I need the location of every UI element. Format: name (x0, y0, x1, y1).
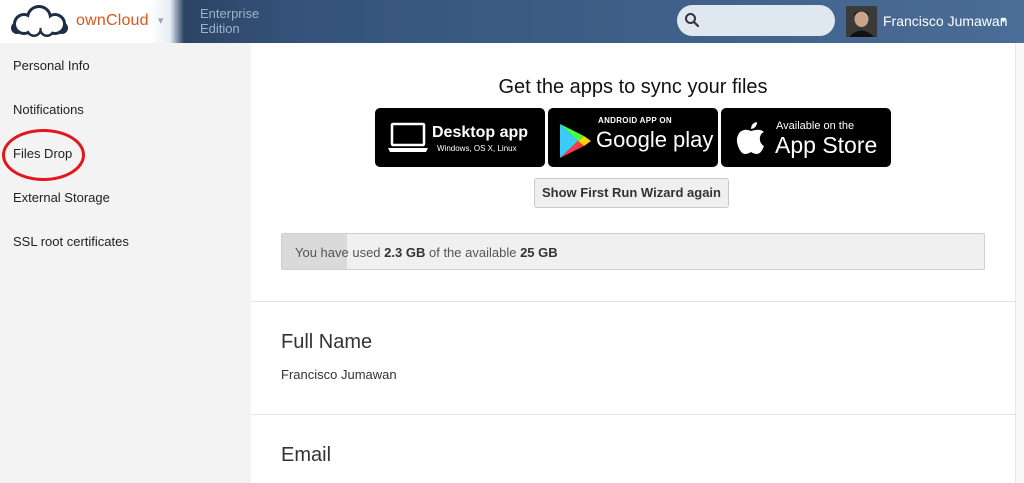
user-menu-caret-icon[interactable]: ▾ (1001, 15, 1006, 26)
quota-total: 25 GB (520, 245, 558, 260)
user-avatar[interactable] (846, 6, 877, 37)
google-play-title: Google play (596, 127, 714, 152)
owncloud-logo-icon (11, 5, 68, 37)
scrollbar[interactable] (1015, 43, 1024, 483)
full-name-value: Francisco Jumawan (281, 367, 397, 382)
avatar-photo-icon (846, 6, 877, 37)
google-play-icon (560, 124, 591, 158)
email-heading: Email (281, 444, 332, 466)
brand-menu-caret-icon[interactable]: ▾ (158, 14, 164, 27)
highlight-annotation-circle (2, 129, 85, 181)
sidebar-item-notifications[interactable]: Notifications (13, 102, 84, 117)
search-input[interactable] (677, 5, 835, 36)
edition-line-2: Edition (200, 21, 240, 36)
quota-middle: of the available (428, 245, 517, 260)
sidebar-item-ssl-root-certificates[interactable]: SSL root certificates (13, 234, 129, 249)
google-play-eyebrow: ANDROID APP ON (598, 116, 672, 125)
storage-quota-bar: You have used 2.3 GB of the available 25… (281, 233, 985, 270)
quota-prefix: You have used (295, 245, 381, 260)
desktop-app-title: Desktop app (432, 124, 529, 141)
edition-label: Enterprise Edition (200, 6, 280, 36)
section-divider (251, 301, 1015, 302)
show-first-run-wizard-button[interactable]: Show First Run Wizard again (534, 178, 729, 208)
section-divider (251, 414, 1015, 415)
user-name[interactable]: Francisco Jumawan (883, 13, 1008, 29)
laptop-icon (388, 122, 428, 152)
search-icon (685, 13, 700, 28)
sidebar-item-external-storage[interactable]: External Storage (13, 190, 110, 205)
full-name-heading: Full Name (281, 331, 373, 353)
app-store-badge[interactable]: Available on the App Store (721, 108, 891, 167)
apps-sync-title: Get the apps to sync your files (498, 76, 768, 98)
edition-line-1: Enterprise (200, 6, 260, 21)
apple-icon (736, 122, 764, 154)
desktop-app-platforms: Windows, OS X, Linux (437, 144, 517, 153)
google-play-badge[interactable]: ANDROID APP ON Google play (548, 108, 718, 167)
sidebar-item-personal-info[interactable]: Personal Info (13, 58, 90, 73)
header-bar: ownCloud ▾ Enterprise Edition Francisco … (0, 0, 1024, 43)
app-store-title: App Store (775, 132, 878, 158)
desktop-app-badge[interactable]: Desktop app Windows, OS X, Linux (375, 108, 545, 167)
quota-text: You have used 2.3 GB of the available 25… (295, 245, 558, 260)
quota-used: 2.3 GB (384, 245, 426, 260)
app-store-eyebrow: Available on the (776, 120, 855, 132)
brand-name: ownCloud (76, 12, 149, 29)
logo-area[interactable]: ownCloud ▾ (0, 0, 184, 43)
